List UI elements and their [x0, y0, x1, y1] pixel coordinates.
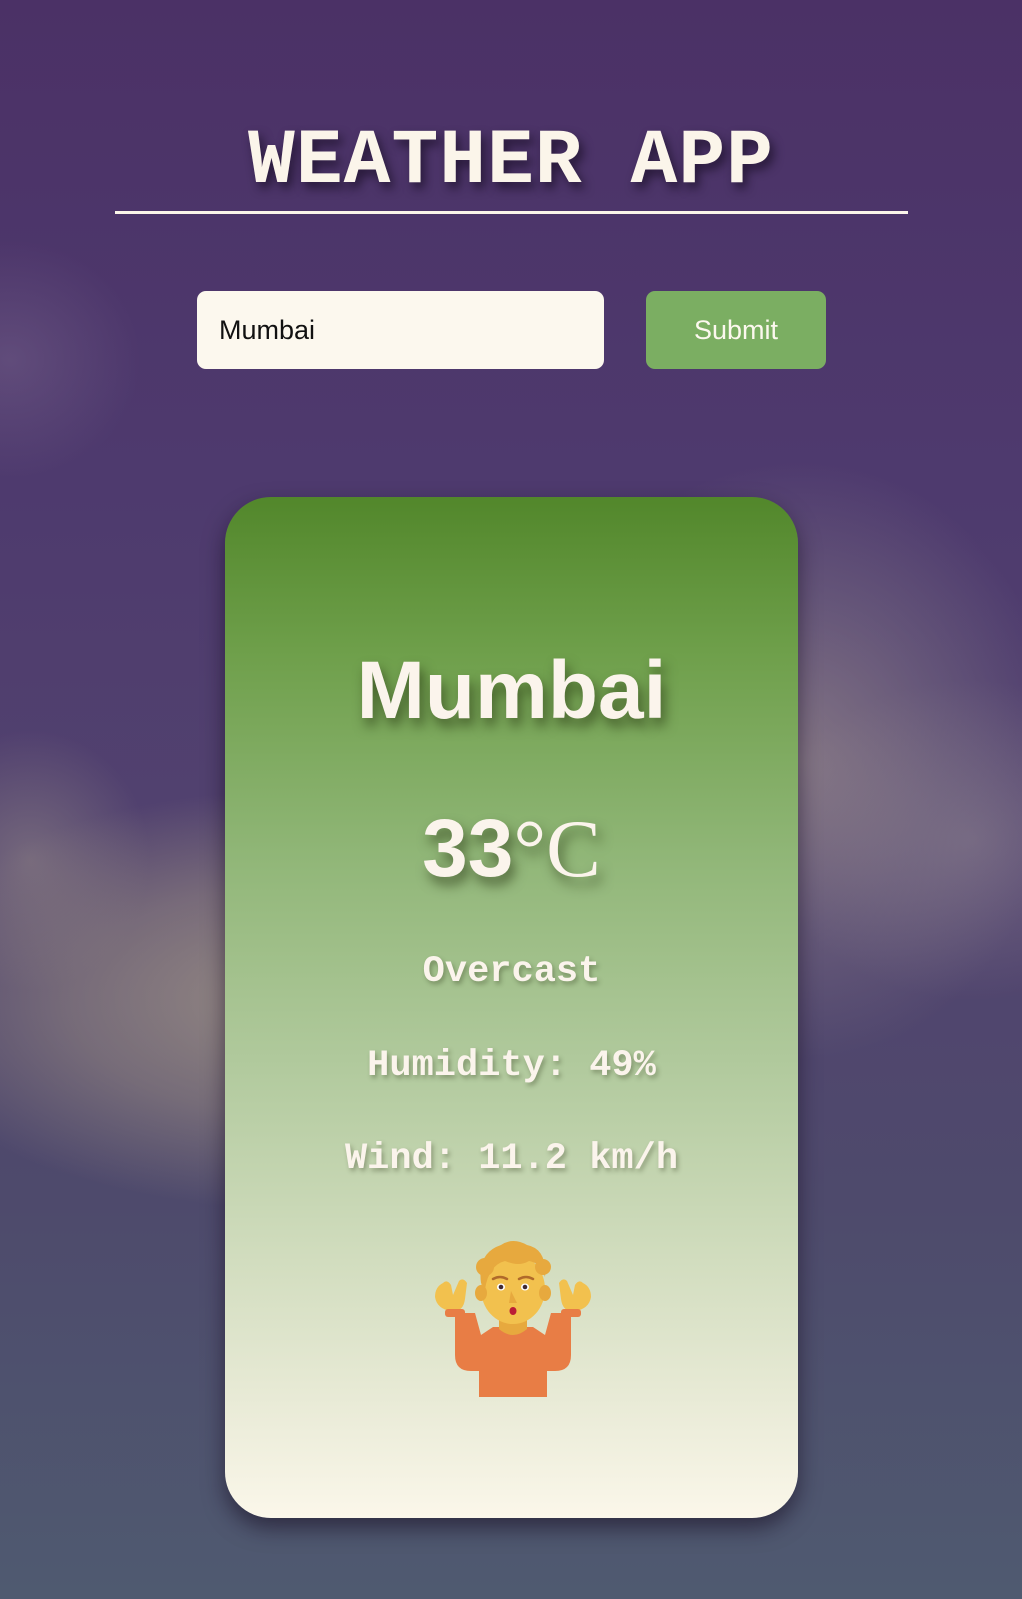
wind-reading: Wind: 11.2 km/h [344, 1138, 679, 1180]
city-name: Mumbai [356, 645, 667, 736]
city-search-input[interactable] [197, 291, 604, 369]
person-shrugging-icon [435, 1241, 591, 1397]
weather-condition: Overcast [422, 951, 601, 993]
app-title: WEATHER APP [248, 118, 774, 206]
temperature-unit: °C [513, 803, 601, 894]
temperature: 33°C [225, 802, 798, 896]
weather-card: Mumbai 33°C Overcast Humidity: 49% Wind:… [225, 497, 798, 1518]
temperature-value: 33 [422, 803, 514, 894]
humidity-reading: Humidity: 49% [367, 1045, 656, 1087]
title-divider [115, 211, 908, 214]
submit-button[interactable]: Submit [646, 291, 826, 369]
